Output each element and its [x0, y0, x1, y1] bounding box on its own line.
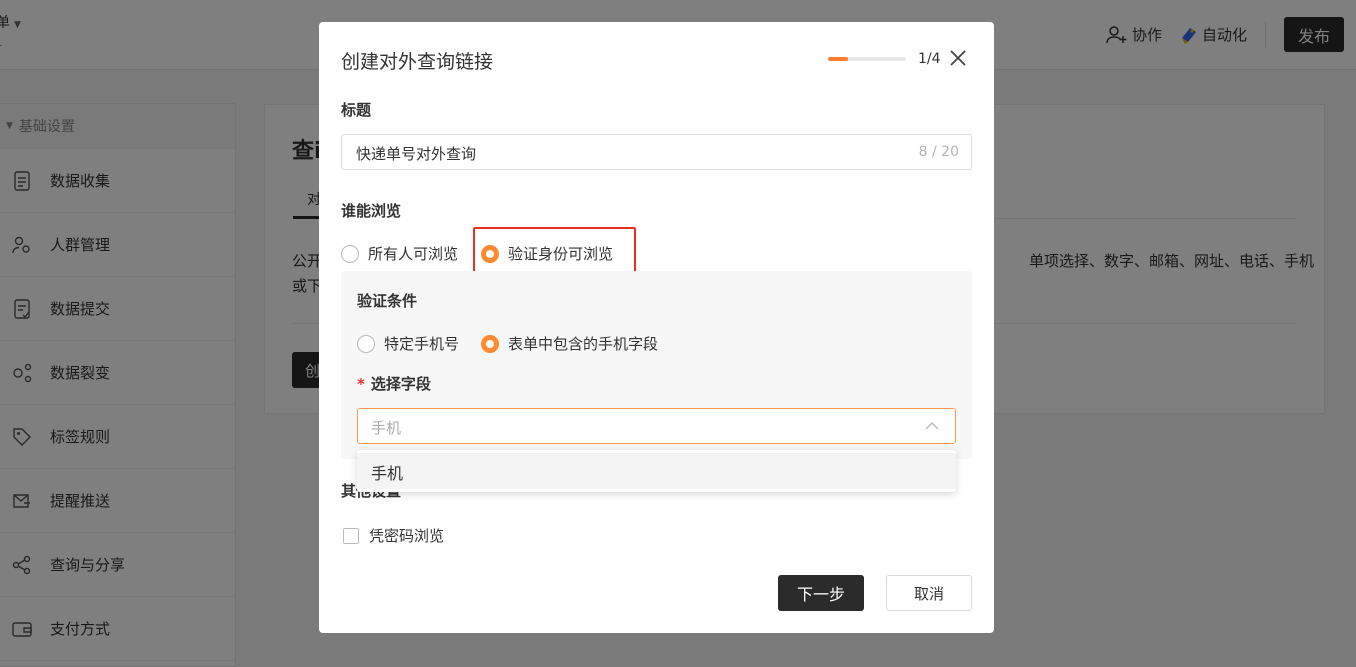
checkbox-box	[343, 527, 359, 544]
password-browse-checkbox[interactable]: 凭密码浏览	[343, 525, 444, 546]
title-char-counter: 8 / 20	[918, 144, 959, 160]
browse-permission-label: 谁能浏览	[341, 202, 402, 220]
dropdown-option-phone[interactable]: 手机	[357, 453, 956, 489]
field-dropdown-menu: 手机	[357, 450, 956, 492]
radio-form-phone-field[interactable]: 表单中包含的手机字段	[481, 333, 658, 354]
next-step-button[interactable]: 下一步	[778, 575, 864, 611]
title-field-label: 标题	[341, 101, 372, 119]
radio-specific-phone[interactable]: 特定手机号	[357, 333, 459, 354]
select-field-label-text: 选择字段	[370, 375, 431, 393]
radio-label: 表单中包含的手机字段	[508, 335, 659, 353]
radio-circle-selected	[481, 334, 499, 353]
radio-label: 特定手机号	[384, 335, 460, 353]
field-select-placeholder: 手机	[371, 419, 402, 437]
cancel-button[interactable]: 取消	[886, 575, 972, 611]
title-input-value: 快递单号对外查询	[356, 145, 477, 163]
checkbox-label: 凭密码浏览	[369, 527, 445, 545]
verify-conditions-label: 验证条件	[357, 292, 418, 310]
step-counter: 1/4	[918, 51, 941, 67]
step-progress-fill	[828, 57, 848, 61]
chevron-up-icon	[925, 422, 939, 430]
radio-label: 所有人可浏览	[368, 245, 459, 263]
title-input[interactable]: 快递单号对外查询 8 / 20	[341, 134, 972, 170]
radio-circle	[341, 244, 359, 263]
radio-label: 验证身份可浏览	[508, 245, 614, 263]
radio-verified-identity[interactable]: 验证身份可浏览	[481, 243, 613, 264]
radio-circle	[357, 334, 375, 353]
step-progress-bar	[828, 57, 906, 61]
radio-circle-selected	[481, 244, 499, 263]
modal-title: 创建对外查询链接	[341, 51, 494, 73]
close-icon[interactable]	[949, 49, 967, 67]
create-link-modal: 创建对外查询链接 1/4 标题 快递单号对外查询 8 / 20 谁能浏览 所有人…	[319, 22, 994, 633]
required-mark: *	[357, 375, 365, 393]
select-field-label: * 选择字段	[357, 373, 431, 394]
radio-everyone[interactable]: 所有人可浏览	[341, 243, 458, 264]
field-select[interactable]: 手机	[357, 408, 956, 444]
